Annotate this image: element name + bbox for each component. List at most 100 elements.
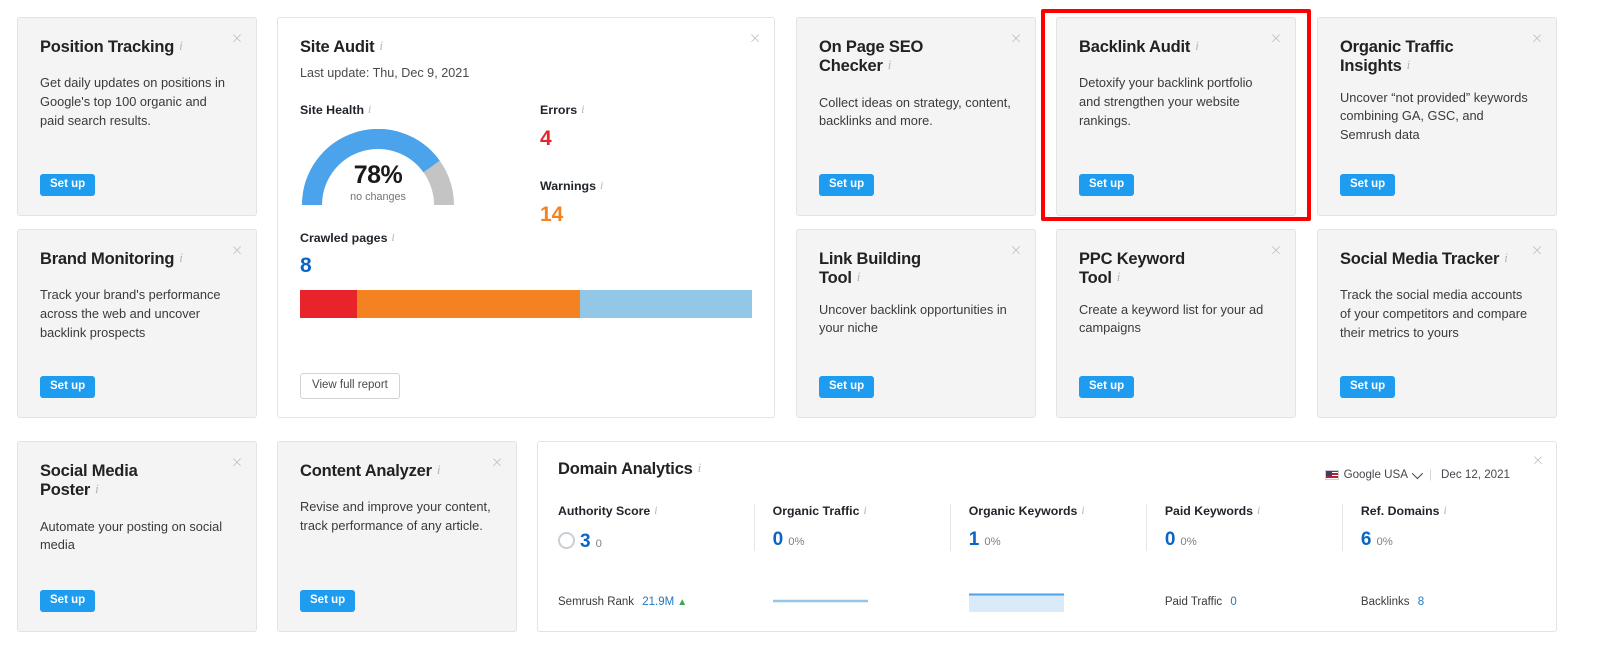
- card-title-line1: Link Building: [819, 250, 921, 268]
- info-icon[interactable]: i: [437, 462, 441, 478]
- info-icon[interactable]: i: [698, 460, 702, 476]
- card-ppc-keyword-tool[interactable]: × PPC Keyword Tool i Create a keyword lis…: [1056, 229, 1296, 418]
- close-icon[interactable]: ×: [1008, 30, 1024, 46]
- site-health-gauge: 78% no changes: [301, 128, 454, 206]
- info-icon[interactable]: i: [379, 38, 383, 54]
- card-header: Social Media Poster i: [40, 462, 234, 501]
- card-title-line2: Poster: [40, 481, 91, 500]
- errors-value: 4: [540, 127, 552, 150]
- card-description: Revise and improve your content, track p…: [300, 499, 491, 534]
- card-header: PPC Keyword Tool i: [1079, 250, 1273, 289]
- info-icon[interactable]: i: [857, 269, 861, 285]
- info-icon[interactable]: i: [179, 38, 183, 54]
- card-header: Social Media Tracker i: [1340, 250, 1534, 269]
- info-icon[interactable]: i: [1257, 505, 1260, 517]
- set-up-button[interactable]: Set up: [40, 375, 96, 398]
- info-icon[interactable]: i: [654, 505, 657, 517]
- card-social-media-poster[interactable]: × Social Media Poster i Automate your pos…: [17, 441, 257, 632]
- metric-delta: 0%: [788, 536, 805, 548]
- card-title: Position Tracking: [40, 38, 175, 56]
- footnote-label: Semrush Rank: [558, 596, 635, 608]
- set-up-button[interactable]: Set up: [1340, 173, 1396, 196]
- metric-delta: 0%: [984, 536, 1001, 548]
- organic-keywords-sparkline: [968, 593, 1064, 612]
- metric-value: 0: [1164, 529, 1176, 550]
- card-organic-traffic-insights[interactable]: × Organic Traffic Insights i Uncover “not…: [1317, 17, 1557, 216]
- close-icon[interactable]: ×: [489, 454, 505, 470]
- info-icon[interactable]: i: [1081, 505, 1084, 517]
- card-header: Organic Traffic Insights i: [1340, 38, 1534, 77]
- view-full-report-button[interactable]: View full report: [300, 372, 400, 399]
- card-brand-monitoring[interactable]: × Brand Monitoring i Track your brand's p…: [17, 229, 257, 418]
- info-icon[interactable]: i: [391, 232, 394, 244]
- metric-value: 6: [1360, 529, 1372, 550]
- info-icon[interactable]: i: [1407, 57, 1411, 73]
- authority-score-donut-icon: [558, 532, 575, 549]
- chevron-down-icon[interactable]: [1411, 467, 1424, 479]
- close-icon[interactable]: ×: [229, 454, 245, 470]
- close-icon[interactable]: ×: [1268, 30, 1284, 46]
- card-social-media-tracker[interactable]: × Social Media Tracker i Track the social…: [1317, 229, 1557, 418]
- info-icon[interactable]: i: [888, 57, 892, 73]
- card-content-analyzer[interactable]: × Content Analyzer i Revise and improve y…: [277, 441, 517, 632]
- card-title-line1: Organic Traffic: [1340, 38, 1454, 56]
- card-header: Link Building Tool i: [819, 250, 1013, 289]
- card-site-audit[interactable]: × Site Audit i Last update: Thu, Dec 9, 2…: [277, 17, 775, 418]
- info-icon[interactable]: i: [1444, 505, 1447, 517]
- close-icon[interactable]: ×: [1529, 30, 1545, 46]
- card-position-tracking[interactable]: × Position Tracking i Get daily updates o…: [17, 17, 257, 216]
- set-up-button[interactable]: Set up: [1079, 173, 1135, 196]
- set-up-button[interactable]: Set up: [819, 375, 875, 398]
- footnote-label: Backlinks: [1360, 596, 1410, 608]
- footnote-value[interactable]: 0: [1230, 596, 1236, 608]
- bar-segment-warnings[interactable]: [356, 290, 581, 318]
- metric-value-row: 0 0%: [1165, 530, 1324, 549]
- metric-paid-keywords: Paid Keywords i 0 0% Paid Traffic 0: [1145, 504, 1342, 608]
- site-audit-header: Site Audit i: [300, 38, 752, 57]
- close-icon[interactable]: ×: [1268, 242, 1284, 258]
- crawled-pages-value: 8: [300, 254, 312, 277]
- set-up-button[interactable]: Set up: [40, 173, 96, 196]
- info-icon[interactable]: i: [1195, 38, 1199, 54]
- info-icon[interactable]: i: [863, 505, 866, 517]
- card-description: Uncover “not provided” keywords combinin…: [1340, 89, 1528, 143]
- card-title-line1: PPC Keyword: [1079, 250, 1185, 268]
- set-up-button[interactable]: Set up: [40, 589, 96, 612]
- card-description: Automate your posting on social media: [40, 518, 223, 553]
- info-icon[interactable]: i: [368, 104, 371, 116]
- info-icon[interactable]: i: [95, 481, 99, 497]
- metric-delta: 0%: [1180, 536, 1197, 548]
- metric-organic-traffic: Organic Traffic i 0 0%: [753, 504, 950, 603]
- card-on-page-seo-checker[interactable]: × On Page SEO Checker i Collect ideas on …: [796, 17, 1036, 216]
- close-icon[interactable]: ×: [1529, 242, 1545, 258]
- close-icon[interactable]: ×: [1008, 242, 1024, 258]
- database-selector[interactable]: Google USA: [1324, 467, 1424, 481]
- card-backlink-audit[interactable]: × Backlink Audit i Detoxify your backlink…: [1056, 17, 1296, 216]
- footnote-value[interactable]: 21.9M: [642, 596, 674, 608]
- card-header: Brand Monitoring i: [40, 250, 234, 269]
- panel-domain-analytics[interactable]: × Domain Analytics i Google USA | Dec 12,…: [537, 441, 1557, 632]
- set-up-button[interactable]: Set up: [300, 589, 356, 612]
- card-title-line2: Tool: [819, 269, 852, 288]
- card-title: Backlink Audit: [1079, 38, 1191, 56]
- close-icon[interactable]: ×: [229, 30, 245, 46]
- close-icon[interactable]: ×: [747, 30, 763, 46]
- info-icon[interactable]: i: [600, 180, 603, 192]
- footnote-value[interactable]: 8: [1418, 596, 1424, 608]
- close-icon[interactable]: ×: [229, 242, 245, 258]
- bar-segment-notices[interactable]: [580, 290, 752, 318]
- set-up-button[interactable]: Set up: [1079, 375, 1135, 398]
- metric-value: 1: [968, 529, 980, 550]
- organic-traffic-sparkline: [772, 599, 868, 603]
- metric-label: Paid Keywords: [1164, 504, 1253, 518]
- info-icon[interactable]: i: [1504, 250, 1508, 266]
- info-icon[interactable]: i: [1117, 269, 1121, 285]
- info-icon[interactable]: i: [581, 104, 584, 116]
- set-up-button[interactable]: Set up: [1340, 375, 1396, 398]
- bar-segment-errors[interactable]: [300, 290, 357, 318]
- set-up-button[interactable]: Set up: [819, 173, 875, 196]
- metric-organic-keywords: Organic Keywords i 1 0%: [949, 504, 1146, 612]
- info-icon[interactable]: i: [179, 250, 183, 266]
- close-icon[interactable]: ×: [1530, 452, 1546, 468]
- card-link-building-tool[interactable]: × Link Building Tool i Uncover backlink o…: [796, 229, 1036, 418]
